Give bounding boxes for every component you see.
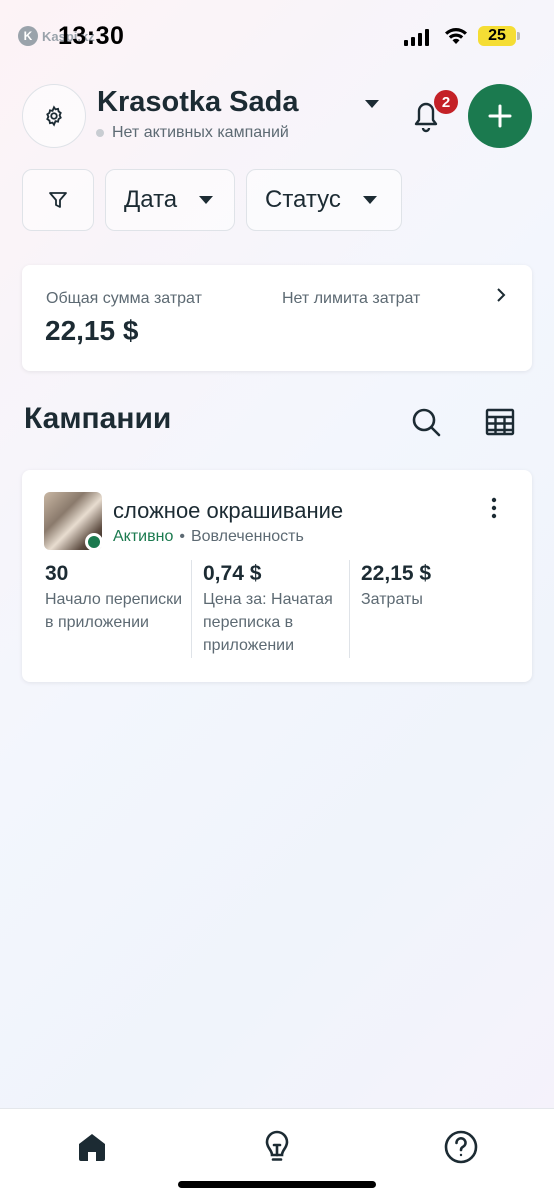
metric-value: 30 bbox=[45, 562, 69, 585]
filter-button[interactable] bbox=[22, 169, 94, 231]
metric-conversations: 30 Начало переписки в приложении bbox=[45, 562, 195, 634]
nav-help[interactable] bbox=[441, 1127, 481, 1167]
home-icon bbox=[79, 1134, 105, 1161]
metric-spend: 22,15 $ Затраты bbox=[361, 562, 511, 611]
status-dot bbox=[96, 129, 104, 137]
metric-value: 22,15 $ bbox=[361, 562, 432, 585]
account-name[interactable]: Krasotka Sada bbox=[97, 86, 299, 119]
search-icon[interactable] bbox=[408, 404, 444, 440]
plus-icon bbox=[488, 104, 512, 128]
gear-icon bbox=[46, 105, 62, 127]
metric-cost-per-result: 0,74 $ Цена за: Начатая переписка в прил… bbox=[203, 562, 353, 657]
wifi-icon bbox=[445, 28, 467, 44]
divider bbox=[191, 560, 192, 658]
more-options-icon[interactable] bbox=[484, 496, 504, 520]
date-filter-label: Дата bbox=[124, 186, 178, 213]
signal-icon bbox=[404, 28, 429, 46]
metric-label: Цена за: Начатая переписка в приложении bbox=[203, 591, 333, 654]
create-campaign-button[interactable] bbox=[468, 84, 532, 148]
battery-indicator: 25 bbox=[478, 26, 520, 46]
spend-label: Общая сумма затрат bbox=[46, 290, 202, 307]
clock: 13:30 bbox=[58, 22, 125, 50]
metric-label: Затраты bbox=[361, 591, 423, 608]
chevron-down-icon bbox=[362, 196, 377, 204]
spend-value: 22,15 $ bbox=[45, 315, 139, 346]
spend-summary-card[interactable]: Общая сумма затрат 22,15 $ Нет лимита за… bbox=[22, 265, 532, 371]
help-icon bbox=[444, 1130, 478, 1164]
campaigns-title: Кампании bbox=[24, 402, 172, 435]
campaign-status: Активно • Вовлеченность bbox=[113, 528, 304, 546]
campaign-status-label: Активно bbox=[113, 528, 174, 545]
home-indicator bbox=[178, 1181, 376, 1188]
filter-icon bbox=[49, 192, 67, 208]
chevron-down-icon bbox=[199, 196, 214, 204]
nav-home[interactable] bbox=[72, 1127, 112, 1167]
date-filter-dropdown[interactable]: Дата bbox=[105, 169, 235, 231]
nav-insights[interactable] bbox=[257, 1127, 297, 1167]
divider bbox=[349, 560, 350, 658]
metric-value: 0,74 $ bbox=[203, 562, 262, 585]
lightbulb-icon bbox=[265, 1130, 289, 1161]
campaign-card[interactable]: сложное окрашивание Активно • Вовлеченно… bbox=[22, 470, 532, 682]
account-status-text: Нет активных кампаний bbox=[112, 124, 289, 141]
notification-badge: 2 bbox=[434, 90, 458, 114]
settings-button[interactable] bbox=[22, 84, 86, 148]
status-bar: K Kaspi.kz 13:30 25 bbox=[0, 0, 554, 74]
chevron-down-icon[interactable] bbox=[363, 98, 381, 110]
metric-label: Начало переписки в приложении bbox=[45, 591, 183, 631]
campaign-objective: Вовлеченность bbox=[190, 528, 304, 545]
campaign-name[interactable]: сложное окрашивание bbox=[113, 498, 343, 524]
table-view-icon[interactable] bbox=[482, 404, 518, 440]
carrier-logo-icon: K bbox=[18, 26, 38, 46]
status-filter-dropdown[interactable]: Статус bbox=[246, 169, 402, 231]
active-status-dot bbox=[85, 533, 103, 551]
separator: • bbox=[179, 528, 185, 545]
status-filter-label: Статус bbox=[265, 186, 341, 213]
chevron-right-icon bbox=[497, 288, 506, 302]
spend-limit-label: Нет лимита затрат bbox=[282, 290, 421, 307]
account-status: Нет активных кампаний bbox=[96, 124, 289, 142]
